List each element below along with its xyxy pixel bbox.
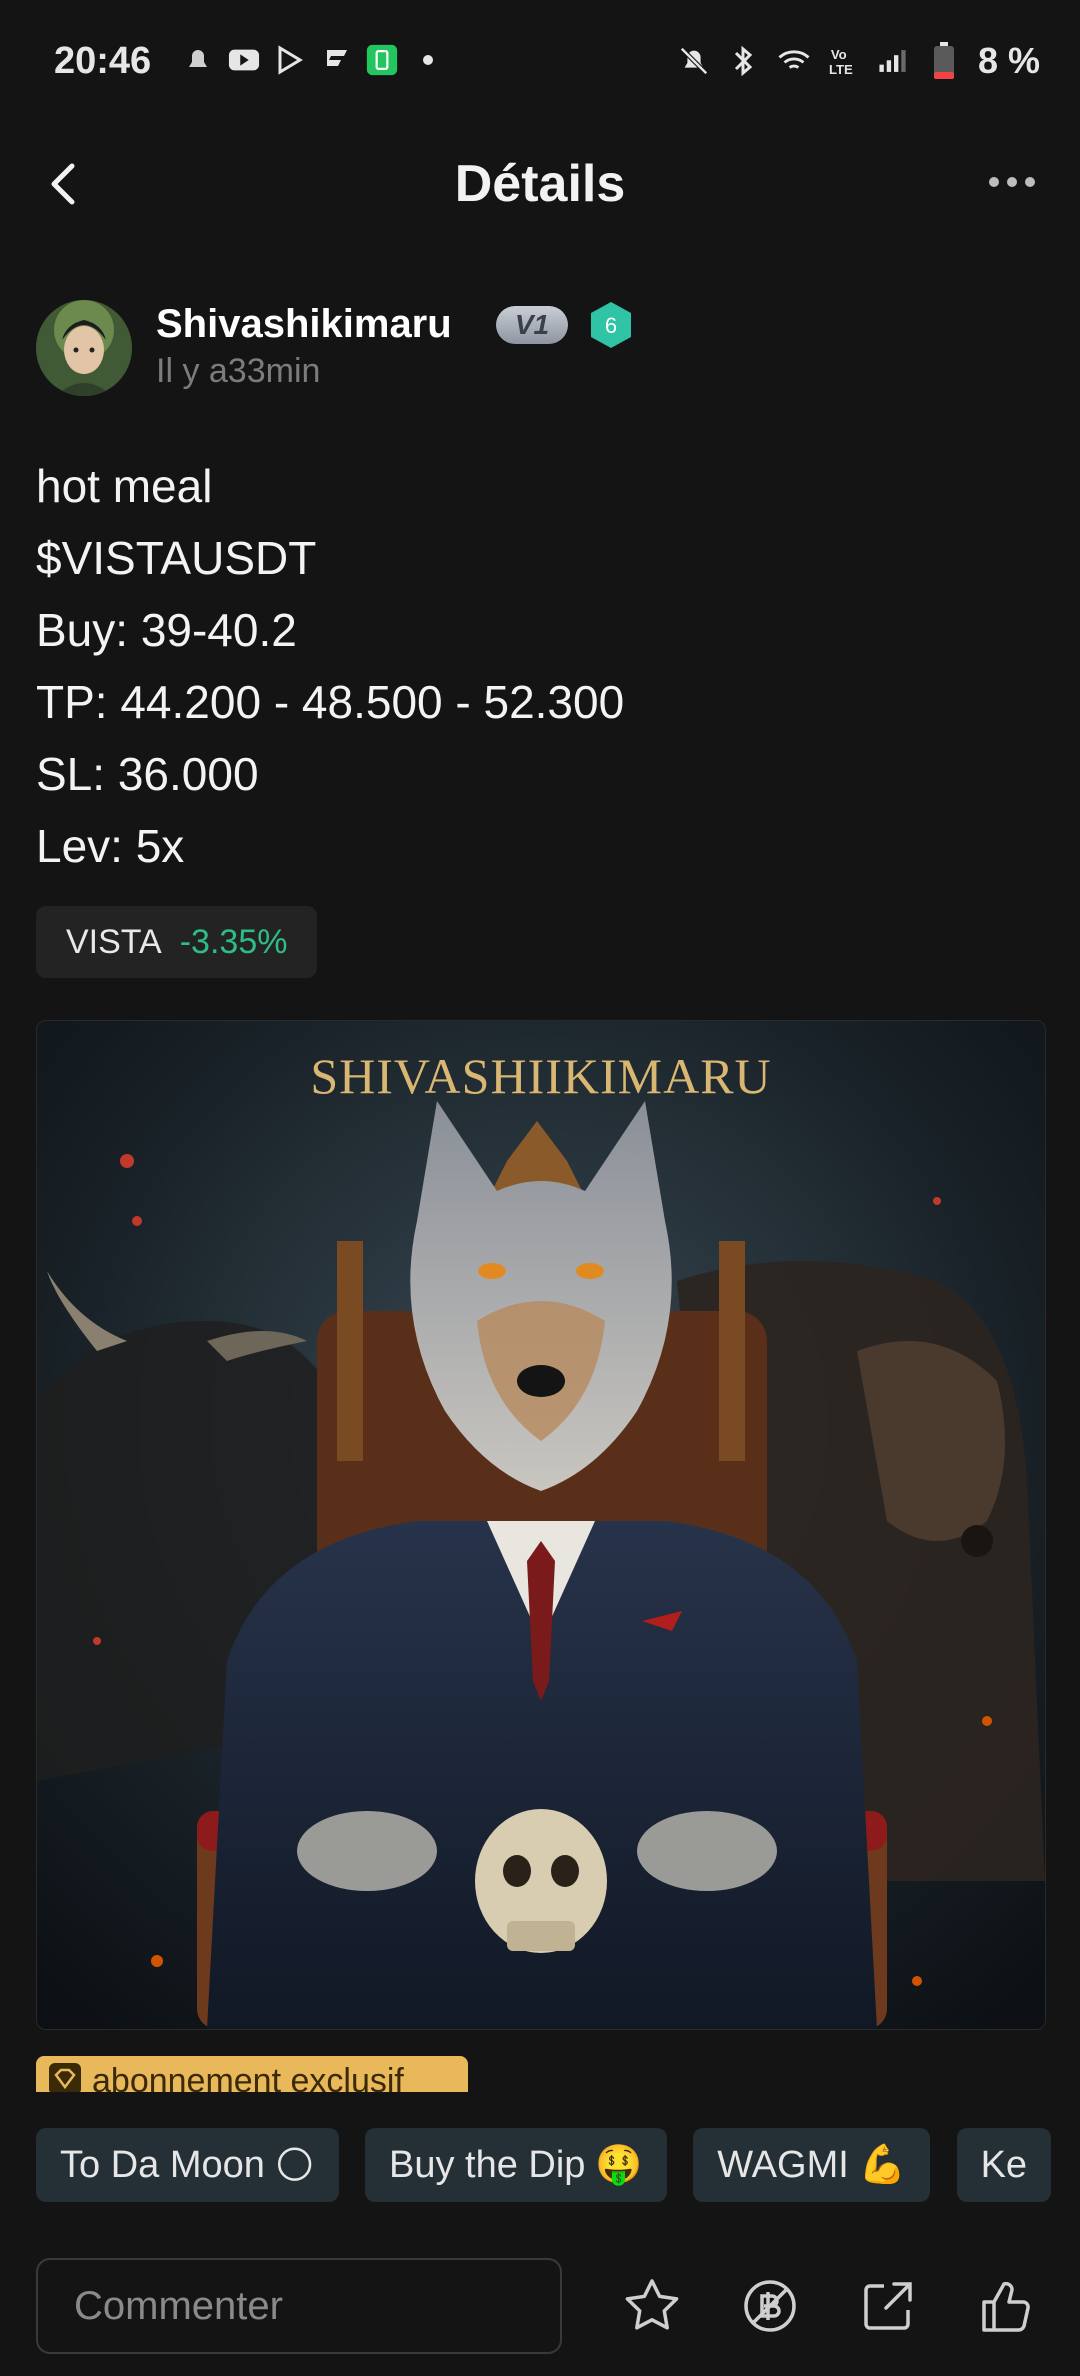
- app-icon: [320, 44, 352, 76]
- bottom-action-bar: [0, 2240, 1080, 2376]
- post-line: hot meal: [36, 460, 213, 512]
- image-caption: SHIVASHIIKIMARU: [310, 1048, 771, 1104]
- dot-icon: [989, 177, 999, 187]
- post-author[interactable]: Shivashikimaru V1 6 Il y a33min: [36, 300, 1036, 400]
- moon-icon: 🌕: [274, 2144, 315, 2187]
- battery-icon: [928, 42, 960, 79]
- status-right-icons: Vo LTE 8 %: [678, 40, 1040, 82]
- svg-text:Vo: Vo: [831, 47, 847, 62]
- green-app-icon: [366, 44, 398, 76]
- exclusive-subscription-tag[interactable]: abonnement exclusif: [36, 2056, 468, 2092]
- ticker-change: -3.35%: [179, 922, 288, 961]
- page-title: Détails: [454, 155, 626, 213]
- chip-label: WAGMI: [717, 2143, 849, 2186]
- like-button[interactable]: [976, 2276, 1036, 2336]
- post-line: SL: 36.000: [36, 748, 259, 800]
- exclusive-label: abonnement exclusif: [92, 2061, 404, 2093]
- youtube-icon: [228, 44, 260, 76]
- wifi-icon: [778, 45, 810, 77]
- svg-text:LTE: LTE: [829, 62, 853, 77]
- signal-icon: [878, 45, 910, 77]
- status-left-icons: [182, 44, 444, 76]
- post-line: Buy: 39-40.2: [36, 604, 297, 656]
- battery-percent: 8 %: [977, 40, 1040, 81]
- muscle-icon: 💪: [858, 2144, 907, 2186]
- dot-icon: [412, 44, 444, 76]
- chip-label: Buy the Dip: [388, 2143, 586, 2186]
- bluetooth-icon: [728, 45, 760, 77]
- post-content: hot meal $VISTAUSDT Buy: 39-40.2 TP: 44.…: [36, 450, 1036, 882]
- star-icon: [625, 2279, 679, 2330]
- ticker-symbol: VISTA: [66, 922, 162, 961]
- comment-input[interactable]: [36, 2258, 562, 2354]
- post-time: Il y a33min: [156, 352, 321, 390]
- post-image[interactable]: SHIVASHIIKIMARU: [36, 1020, 1046, 2030]
- notification-icon: [182, 44, 214, 76]
- level-badge: 6: [588, 300, 634, 350]
- play-store-icon: [274, 44, 306, 76]
- coin-icon: [744, 2280, 796, 2332]
- share-icon: [864, 2282, 912, 2330]
- money-face-icon: 🤑: [595, 2144, 643, 2186]
- vip-badge: V1: [496, 306, 568, 344]
- chip-wagmi[interactable]: WAGMI 💪: [693, 2128, 931, 2202]
- share-button[interactable]: [858, 2276, 918, 2336]
- more-options-button[interactable]: [984, 162, 1040, 202]
- author-name[interactable]: Shivashikimaru: [156, 302, 452, 347]
- reaction-chips: To Da Moon 🌕 Buy the Dip 🤑 WAGMI 💪 Ke: [36, 2128, 1080, 2204]
- chip-buy-the-dip[interactable]: Buy the Dip 🤑: [364, 2128, 667, 2202]
- favorite-button[interactable]: [622, 2276, 682, 2336]
- header: Détails: [0, 140, 1080, 230]
- chip-to-da-moon[interactable]: To Da Moon 🌕: [36, 2128, 339, 2202]
- status-time: 20:46: [54, 40, 152, 82]
- avatar[interactable]: [36, 300, 132, 396]
- dot-icon: [1007, 177, 1017, 187]
- thumbs-up-icon: [982, 2281, 1030, 2332]
- status-bar: 20:46 Vo LTE 8 %: [0, 0, 1080, 130]
- post-line[interactable]: $VISTAUSDT: [36, 522, 1036, 594]
- chip-ke[interactable]: Ke: [956, 2128, 1052, 2202]
- post-line: TP: 44.200 - 48.500 - 52.300: [36, 676, 625, 728]
- tip-button[interactable]: [740, 2276, 800, 2336]
- diamond-icon: [48, 2062, 82, 2092]
- svg-text:6: 6: [605, 313, 617, 338]
- chip-label: To Da Moon: [60, 2143, 265, 2186]
- chip-label: Ke: [980, 2143, 1028, 2186]
- post-line: Lev: 5x: [36, 820, 185, 872]
- dot-icon: [1025, 177, 1035, 187]
- ticker-tag[interactable]: VISTA -3.35%: [36, 906, 318, 978]
- volte-icon: Vo LTE: [828, 45, 860, 77]
- mute-icon: [678, 45, 710, 77]
